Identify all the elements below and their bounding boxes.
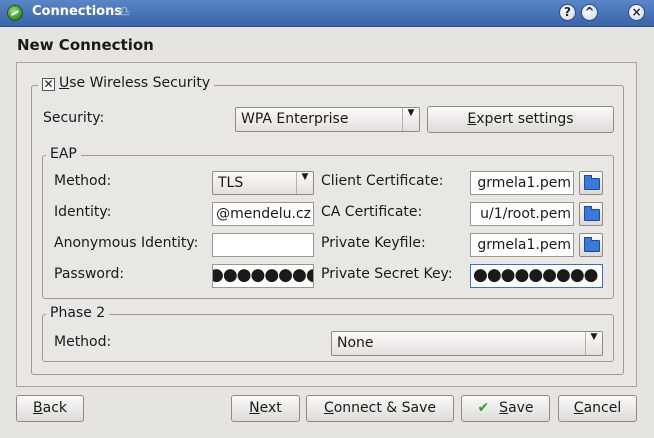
phase2-method-value: None	[337, 335, 374, 351]
connect-save-label: onnect & Save	[333, 400, 437, 416]
security-label: Security:	[43, 110, 105, 126]
chevron-down-icon: ▼	[296, 172, 313, 194]
next-button[interactable]: Next	[231, 395, 300, 422]
connect-and-save-button[interactable]: Connect & Save	[306, 395, 454, 422]
wireless-security-group: ✕ Use Wireless Security Security: WPA Ent…	[31, 75, 624, 375]
cancel-label: ancel	[583, 400, 622, 416]
security-value: WPA Enterprise	[241, 111, 349, 127]
folder-icon	[584, 206, 600, 221]
next-access-key: N	[249, 400, 260, 416]
anonymous-identity-label: Anonymous Identity:	[54, 235, 199, 251]
phase2-legend: Phase 2	[46, 305, 110, 321]
wireless-security-label: se Wireless Security	[69, 75, 211, 91]
ca-certificate-browse-button[interactable]	[579, 202, 603, 226]
save-button[interactable]: ✔ Save	[461, 395, 550, 422]
close-button[interactable]: ×	[628, 4, 645, 21]
client-certificate-value: grmela1.pem	[477, 175, 571, 191]
back-label: ack	[42, 400, 67, 416]
wireless-security-access-key: U	[59, 75, 70, 91]
cancel-button[interactable]: Cancel	[558, 395, 637, 422]
private-secret-key-label: Private Secret Key:	[321, 266, 453, 282]
identity-input[interactable]: @mendelu.cz	[212, 202, 314, 226]
client-certificate-browse-button[interactable]	[579, 171, 603, 195]
phase2-group: Phase 2 Method: None ▼	[42, 305, 614, 362]
eap-group: EAP Method: TLS ▼ Identity: @mendelu.cz …	[42, 146, 614, 299]
window-title: Connections	[32, 4, 123, 19]
cancel-access-key: C	[573, 400, 584, 416]
eap-method-select[interactable]: TLS ▼	[212, 171, 314, 195]
phase2-method-label: Method:	[54, 334, 112, 350]
chevron-down-icon: ▼	[402, 108, 419, 131]
title-bar[interactable]: Connections ♎ ? ^ ×	[0, 0, 654, 27]
shade-button[interactable]: ^	[581, 4, 598, 21]
ca-certificate-label: CA Certificate:	[321, 204, 423, 220]
back-button[interactable]: Back	[16, 395, 84, 422]
sticky-pin-icon[interactable]: ♎	[118, 4, 136, 20]
save-label: ave	[508, 400, 534, 416]
dialog-heading: New Connection	[17, 36, 154, 54]
private-keyfile-value: grmela1.pem	[477, 237, 571, 253]
ca-certificate-value: u/1/root.pem	[480, 206, 571, 222]
password-label: Password:	[54, 266, 125, 282]
client-certificate-label: Client Certificate:	[321, 173, 444, 189]
identity-value: @mendelu.cz	[216, 206, 311, 222]
folder-icon	[584, 237, 600, 252]
identity-label: Identity:	[54, 204, 112, 220]
expert-settings-label: xpert settings	[476, 111, 574, 127]
chevron-down-icon: ▼	[585, 332, 602, 355]
security-select[interactable]: WPA Enterprise ▼	[235, 107, 420, 132]
client-certificate-input[interactable]: grmela1.pem	[470, 171, 574, 195]
private-keyfile-input[interactable]: grmela1.pem	[470, 233, 574, 257]
phase2-method-select[interactable]: None ▼	[331, 331, 603, 356]
checkmark-icon: ✔	[477, 400, 490, 416]
ca-certificate-input[interactable]: u/1/root.pem	[470, 202, 574, 226]
password-value: ●●●●●●●●●	[212, 265, 313, 285]
expert-settings-button[interactable]: Expert settings	[427, 106, 614, 133]
connection-panel: ✕ Use Wireless Security Security: WPA Ent…	[16, 62, 637, 387]
help-button[interactable]: ?	[559, 4, 576, 21]
private-secret-key-value: ●●●●●●●●●	[473, 265, 599, 285]
wireless-security-legend[interactable]: ✕ Use Wireless Security	[38, 75, 215, 91]
folder-icon	[584, 175, 600, 190]
private-keyfile-browse-button[interactable]	[579, 233, 603, 257]
next-label: ext	[259, 400, 282, 416]
save-access-key: S	[499, 400, 509, 416]
private-keyfile-label: Private Keyfile:	[321, 235, 426, 251]
use-wireless-security-checkbox[interactable]: ✕	[42, 78, 55, 91]
eap-method-value: TLS	[218, 175, 244, 191]
back-access-key: B	[33, 400, 43, 416]
expert-access-key: E	[467, 111, 477, 127]
password-input[interactable]: ●●●●●●●●●	[212, 264, 314, 288]
eap-legend: EAP	[46, 146, 81, 162]
private-secret-key-input[interactable]: ●●●●●●●●●	[470, 264, 603, 288]
network-app-icon	[7, 5, 23, 21]
eap-method-label: Method:	[54, 173, 112, 189]
anonymous-identity-input[interactable]	[212, 233, 314, 257]
connect-save-access-key: C	[323, 400, 334, 416]
